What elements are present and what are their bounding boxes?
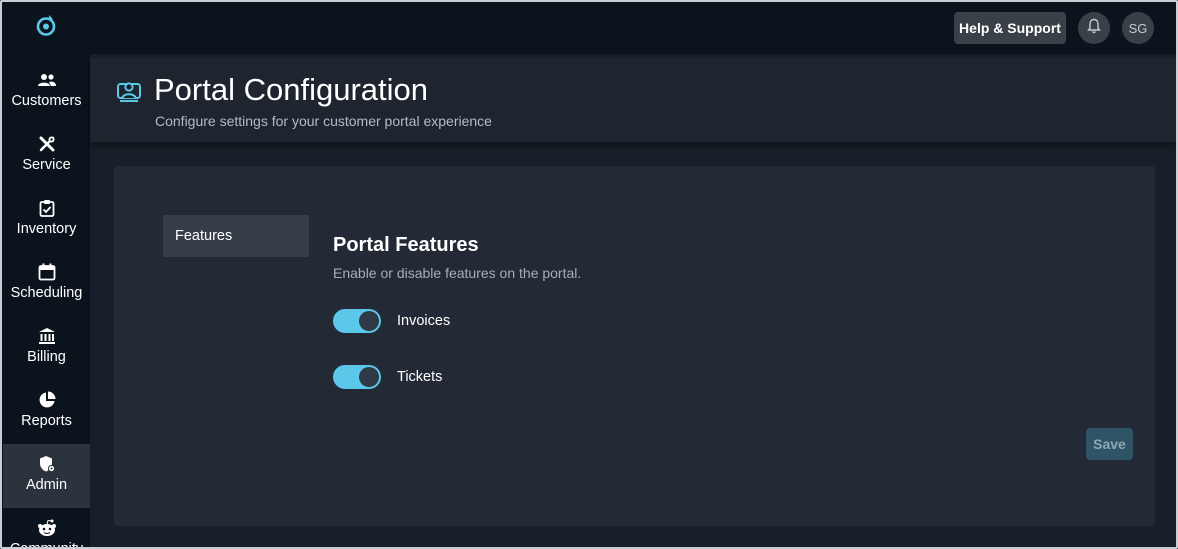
sidebar-item-customers[interactable]: Customers [3, 60, 90, 124]
sidebar-item-billing[interactable]: Billing [3, 316, 90, 380]
pie-chart-icon [37, 390, 57, 410]
notifications-button[interactable] [1078, 12, 1110, 44]
clipboard-check-icon [37, 198, 57, 218]
toggle-label: Tickets [397, 369, 443, 385]
calendar-icon [37, 262, 57, 282]
sidebar-item-label: Reports [21, 413, 72, 429]
sidebar-item-label: Inventory [16, 221, 77, 237]
portal-users-icon [116, 78, 142, 104]
main-content: Portal Configuration Configure settings … [90, 54, 1176, 547]
sidebar-item-community[interactable]: Community [3, 508, 90, 549]
sidebar-item-admin[interactable]: Admin [3, 444, 90, 508]
sidebar: Customers Service Inventory Scheduling B… [2, 2, 90, 549]
sidebar-item-label: Billing [27, 349, 66, 365]
section-title: Portal Features [333, 234, 479, 256]
settings-card: Features Portal Features Enable or disab… [114, 166, 1155, 526]
toggle-row-invoices: Invoices [333, 308, 450, 334]
page-header: Portal Configuration Configure settings … [90, 58, 1176, 142]
sidebar-item-label: Scheduling [10, 285, 83, 301]
toggle-row-tickets: Tickets [333, 364, 442, 390]
toggle-label: Invoices [397, 313, 451, 329]
sidebar-item-label: Service [22, 157, 71, 173]
tickets-toggle[interactable] [333, 365, 381, 389]
tools-icon [37, 134, 57, 154]
sidebar-item-inventory[interactable]: Inventory [3, 188, 90, 252]
bank-icon [37, 326, 57, 346]
toggle-knob [359, 367, 379, 387]
sidebar-item-scheduling[interactable]: Scheduling [3, 252, 90, 316]
people-icon [37, 70, 57, 90]
app-window: Customers Service Inventory Scheduling B… [0, 0, 1178, 549]
page-subtitle: Configure settings for your customer por… [155, 113, 492, 129]
bell-icon [1087, 18, 1101, 39]
reddit-alien-icon [37, 518, 57, 538]
sidebar-item-label: Customers [11, 93, 82, 109]
sidebar-item-label: Community [9, 541, 84, 549]
section-description: Enable or disable features on the portal… [333, 265, 582, 281]
shield-gear-icon [37, 454, 57, 474]
invoices-toggle[interactable] [333, 309, 381, 333]
save-button[interactable]: Save [1086, 428, 1133, 460]
sidebar-item-label: Admin [25, 477, 68, 493]
avatar[interactable]: SG [1122, 12, 1154, 44]
tab-features[interactable]: Features [163, 215, 309, 257]
toggle-knob [359, 311, 379, 331]
help-support-button[interactable]: Help & Support [954, 12, 1066, 44]
sidebar-item-reports[interactable]: Reports [3, 380, 90, 444]
app-logo-icon[interactable] [34, 13, 58, 37]
page-title: Portal Configuration [154, 72, 428, 107]
sidebar-item-service[interactable]: Service [3, 124, 90, 188]
